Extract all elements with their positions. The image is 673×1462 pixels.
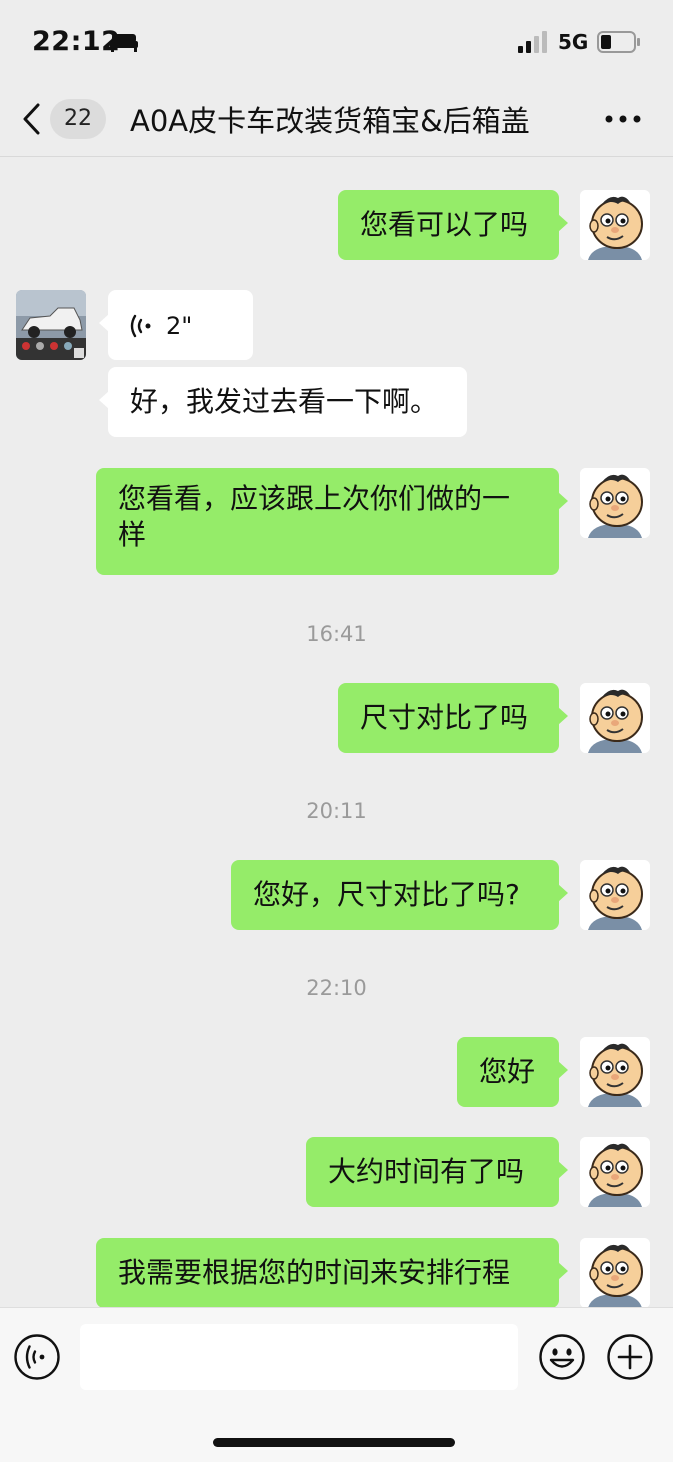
sleep-mode-icon <box>110 34 138 52</box>
message-text: 您看可以了吗 <box>360 208 529 241</box>
voice-message-bubble[interactable]: 2" <box>99 290 253 360</box>
message-text-line: 您看看，应该跟上次你们做的一 <box>118 482 511 515</box>
home-indicator[interactable] <box>213 1438 455 1447</box>
back-arrow-icon[interactable] <box>20 102 44 136</box>
cartoon-baby-avatar-icon <box>580 468 650 538</box>
cartoon-baby-avatar-icon <box>580 860 650 930</box>
signal-strength-icon <box>518 31 547 53</box>
my-message-bubble[interactable]: 您看可以了吗 <box>338 190 568 260</box>
cartoon-baby-avatar-icon <box>580 190 650 260</box>
voice-input-toggle-icon[interactable] <box>13 1333 61 1381</box>
chat-title: A0A皮卡车改装货箱宝&后箱盖 <box>130 104 530 138</box>
my-avatar[interactable] <box>580 1238 650 1307</box>
my-message-bubble[interactable]: 我需要根据您的时间来安排行程 <box>96 1238 568 1307</box>
message-text: 您好 <box>479 1055 536 1088</box>
emoji-icon[interactable] <box>538 1333 586 1381</box>
my-avatar[interactable] <box>580 1137 650 1207</box>
my-avatar[interactable] <box>580 190 650 260</box>
message-text: 尺寸对比了吗 <box>360 701 529 734</box>
contact-message-bubble[interactable]: 好，我发过去看一下啊。 <box>99 367 467 437</box>
cartoon-baby-avatar-icon <box>580 1238 650 1307</box>
voice-duration: 2" <box>166 312 193 340</box>
my-message-bubble[interactable]: 您好，尺寸对比了吗? <box>231 860 568 930</box>
cartoon-baby-avatar-icon <box>580 683 650 753</box>
message-text: 您好，尺寸对比了吗? <box>253 878 520 911</box>
my-avatar[interactable] <box>580 860 650 930</box>
my-message-bubble[interactable]: 您看看，应该跟上次你们做的一 样 <box>96 468 568 575</box>
network-type: 5G <box>558 30 589 54</box>
plus-icon[interactable] <box>606 1333 654 1381</box>
voice-wave-icon <box>130 314 151 338</box>
message-text-line: 样 <box>118 518 147 551</box>
status-bar: 22:12 5G <box>0 0 673 84</box>
message-timestamp: 20:11 <box>306 799 367 823</box>
message-text: 好，我发过去看一下啊。 <box>130 385 439 418</box>
my-avatar[interactable] <box>580 683 650 753</box>
message-text: 大约时间有了吗 <box>328 1155 525 1188</box>
status-time: 22:12 <box>32 26 121 57</box>
my-avatar[interactable] <box>580 1037 650 1107</box>
contact-avatar[interactable] <box>16 290 86 360</box>
my-message-bubble[interactable]: 尺寸对比了吗 <box>338 683 568 753</box>
message-text-input[interactable] <box>80 1324 518 1390</box>
message-timestamp: 16:41 <box>306 622 367 646</box>
message-timestamp: 22:10 <box>306 976 367 1000</box>
my-avatar[interactable] <box>580 468 650 538</box>
message-text: 我需要根据您的时间来安排行程 <box>118 1256 511 1289</box>
message-input-bar <box>0 1307 673 1462</box>
pickup-truck-avatar-icon <box>16 290 86 360</box>
chat-header: 22 A0A皮卡车改装货箱宝&后箱盖 <box>0 84 673 157</box>
my-message-bubble[interactable]: 大约时间有了吗 <box>306 1137 568 1207</box>
more-options-icon[interactable] <box>604 110 642 128</box>
unread-count-badge[interactable]: 22 <box>50 99 106 139</box>
my-message-bubble[interactable]: 您好 <box>457 1037 568 1107</box>
cartoon-baby-avatar-icon <box>580 1137 650 1207</box>
battery-icon <box>597 31 640 53</box>
message-list[interactable]: 您看可以了吗 2" 好，我发过去看一下啊。 您看看，应该跟上次你们做的一 样 1… <box>0 157 673 1307</box>
cartoon-baby-avatar-icon <box>580 1037 650 1107</box>
